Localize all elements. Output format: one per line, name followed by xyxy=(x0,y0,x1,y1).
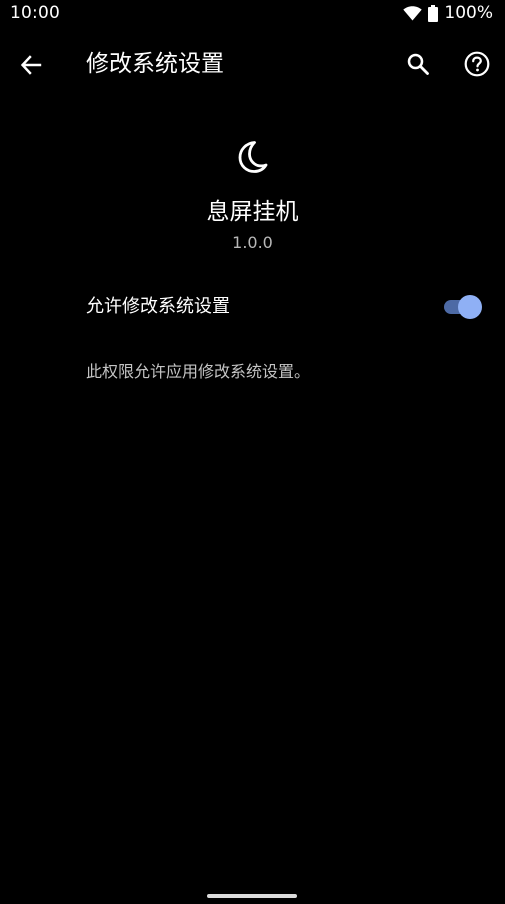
search-button[interactable] xyxy=(400,46,436,82)
help-button[interactable] xyxy=(459,46,495,82)
allow-modify-settings-toggle[interactable] xyxy=(443,294,485,320)
back-button[interactable] xyxy=(14,48,48,82)
allow-modify-settings-row[interactable]: 允许修改系统设置 xyxy=(0,284,505,330)
page-title: 修改系统设置 xyxy=(86,51,224,77)
help-icon xyxy=(464,51,490,77)
app-name: 息屏挂机 xyxy=(206,199,299,225)
app-bar: 修改系统设置 xyxy=(0,36,505,92)
back-arrow-icon xyxy=(20,55,42,75)
wifi-icon xyxy=(403,5,423,20)
permission-description: 此权限允许应用修改系统设置。 xyxy=(86,362,311,381)
status-time: 10:00 xyxy=(10,3,60,23)
status-icons: 100% xyxy=(403,3,493,23)
battery-icon xyxy=(428,4,439,22)
status-bar: 10:00 100% xyxy=(0,0,505,28)
app-version: 1.0.0 xyxy=(232,233,273,252)
battery-percentage: 100% xyxy=(444,3,493,23)
search-icon xyxy=(407,53,429,75)
crescent-moon-icon xyxy=(238,141,268,173)
gesture-nav-handle[interactable] xyxy=(207,894,297,898)
setting-label: 允许修改系统设置 xyxy=(86,296,230,317)
toggle-thumb xyxy=(458,295,482,319)
